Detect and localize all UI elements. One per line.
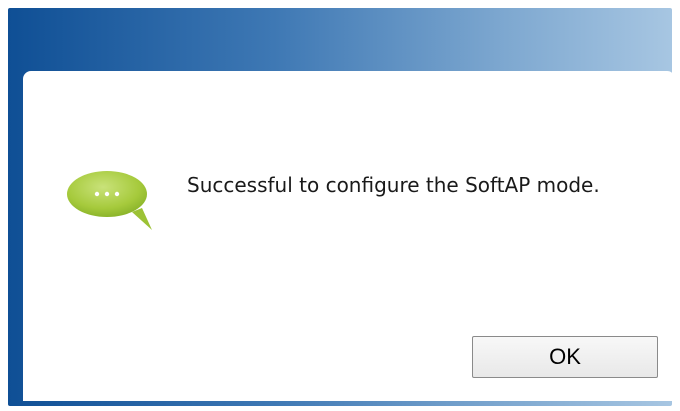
speech-bubble-icon <box>60 164 160 234</box>
dialog-message: Successful to configure the SoftAP mode. <box>187 173 600 197</box>
ok-button[interactable]: OK <box>472 336 658 378</box>
